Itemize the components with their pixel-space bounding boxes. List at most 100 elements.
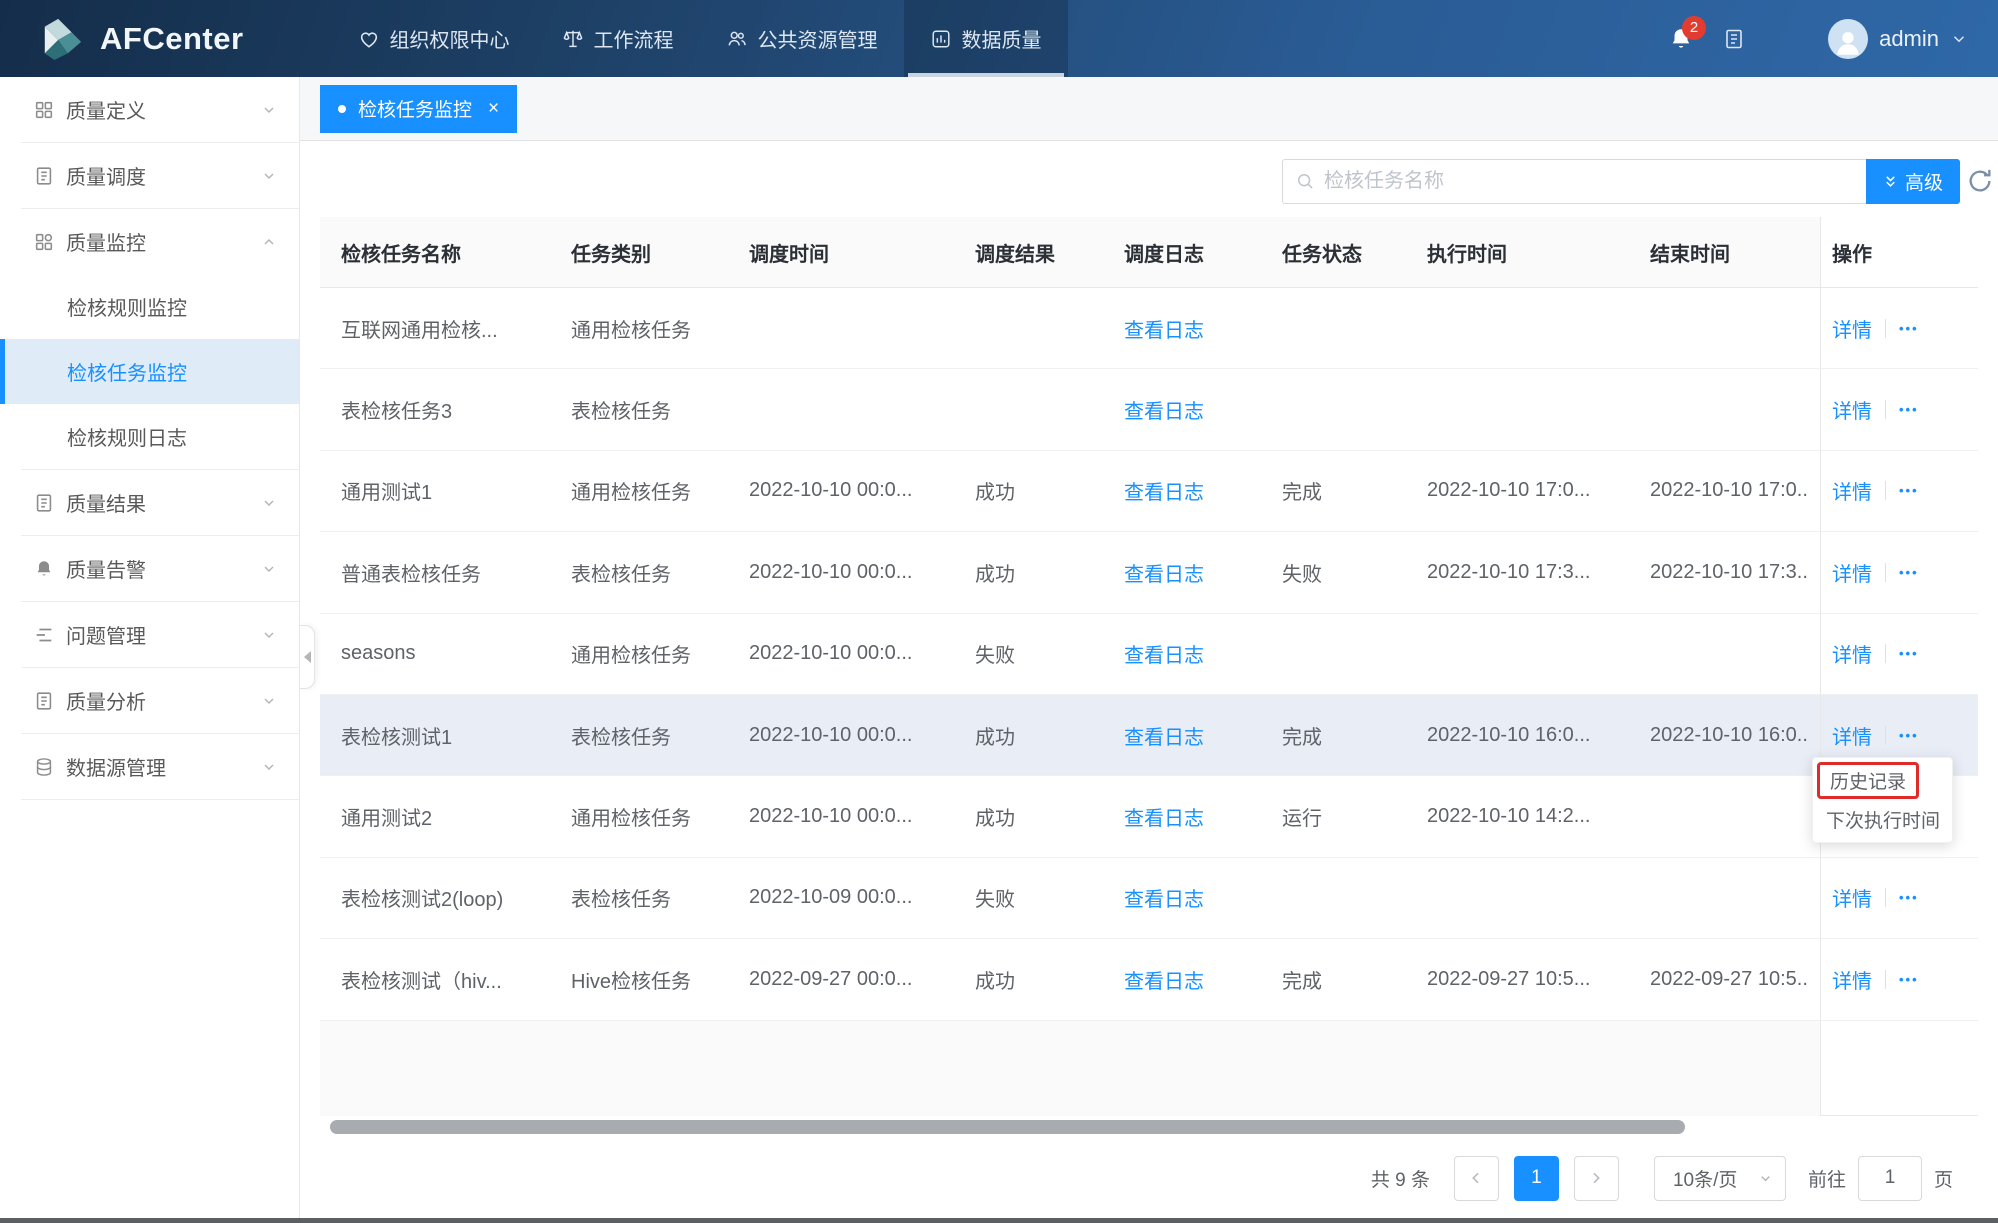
cell-task-status: 完成 [1282,695,1427,775]
table-row: 表检核测试2(loop) 表检核任务 2022-10-09 00:0... 失败… [320,858,1978,939]
sidebar-item-quality-monitoring[interactable]: 质量监控 [0,209,299,274]
view-log-link[interactable]: 查看日志 [1124,451,1282,531]
table-row: 普通表检核任务 表检核任务 2022-10-10 00:0... 成功 查看日志… [320,532,1978,613]
close-icon[interactable]: × [488,98,499,120]
detail-link[interactable]: 详情 [1832,965,1872,994]
more-actions-icon[interactable]: ••• [1899,321,1919,336]
more-actions-icon[interactable]: ••• [1899,646,1919,661]
more-actions-icon[interactable]: ••• [1899,402,1919,417]
advanced-label: 高级 [1905,168,1943,195]
detail-link[interactable]: 详情 [1832,314,1872,343]
more-actions-icon[interactable]: ••• [1899,728,1919,743]
view-log-link[interactable]: 查看日志 [1124,776,1282,856]
cell-start-time [1427,614,1650,694]
list-icon [33,624,55,646]
goto-suffix: 页 [1934,1165,1953,1192]
goto-label: 前往 [1808,1165,1846,1192]
sidebar-item-quality-scheduling[interactable]: 质量调度 [0,143,299,208]
cell-schedule-time: 2022-10-10 00:0... [749,695,975,775]
detail-link[interactable]: 详情 [1832,395,1872,424]
sidebar-item-label: 质量告警 [66,554,146,583]
menu-item-next-execution[interactable]: 下次执行时间 [1813,799,1952,833]
detail-link[interactable]: 详情 [1832,476,1872,505]
sidebar-item-quality-alerts[interactable]: 质量告警 [0,536,299,601]
view-log-link[interactable]: 查看日志 [1124,939,1282,1019]
more-actions-icon[interactable]: ••• [1899,483,1919,498]
view-log-link[interactable]: 查看日志 [1124,369,1282,449]
cell-start-time: 2022-09-27 10:5... [1427,939,1650,1019]
more-actions-icon[interactable]: ••• [1899,565,1919,580]
grid-icon [33,99,55,121]
notification-badge: 2 [1682,16,1706,40]
nav-item-workflow[interactable]: 工作流程 [536,0,700,77]
cell-task-status: 完成 [1282,939,1427,1019]
detail-link[interactable]: 详情 [1832,558,1872,587]
page-size-select[interactable]: 10条/页 [1654,1156,1786,1201]
chevron-down-icon [261,495,277,511]
cell-task-status: 完成 [1282,451,1427,531]
cell-task-type: 通用检核任务 [571,776,749,856]
detail-link[interactable]: 详情 [1832,721,1872,750]
next-page-button[interactable] [1574,1156,1619,1201]
cell-task-name: 表检核测试1 [341,695,571,775]
sidebar-item-rule-log[interactable]: 检核规则日志 [0,404,299,469]
chevron-down-icon [261,627,277,643]
tab-task-monitoring[interactable]: 检核任务监控 × [320,85,517,133]
nav-item-org-permissions[interactable]: 组织权限中心 [332,0,536,77]
column-header: 调度结果 [975,217,1124,287]
audit-log-icon[interactable] [1722,27,1746,51]
column-header: 调度时间 [749,217,975,287]
nav-item-public-resources[interactable]: 公共资源管理 [700,0,904,77]
username: admin [1879,26,1939,52]
table-row: 通用测试2 通用检核任务 2022-10-10 00:0... 成功 查看日志 … [320,776,1978,857]
document-icon [33,165,55,187]
row-actions-menu: 历史记录 下次执行时间 [1812,757,1953,843]
grid-icon [33,231,55,253]
cell-schedule-time: 2022-09-27 00:0... [749,939,975,1019]
horizontal-scrollbar-thumb[interactable] [330,1120,1685,1134]
table-row: 互联网通用检核... 通用检核任务 查看日志 详情 ••• [320,288,1978,369]
notifications-button[interactable]: 2 [1668,26,1694,52]
more-actions-icon[interactable]: ••• [1899,890,1919,905]
tab-label: 检核任务监控 [358,95,472,122]
view-log-link[interactable]: 查看日志 [1124,858,1282,938]
toolbar: 高级 [300,153,1998,209]
sidebar-item-datasource-management[interactable]: 数据源管理 [0,734,299,799]
advanced-search-button[interactable]: 高级 [1866,159,1960,204]
avatar [1828,19,1868,59]
sidebar-collapse-handle[interactable] [300,625,315,689]
cell-schedule-time: 2022-10-10 00:0... [749,532,975,612]
sidebar-item-task-monitoring[interactable]: 检核任务监控 [0,339,299,404]
user-menu[interactable]: admin [1828,19,1968,59]
sidebar: 质量定义 质量调度 质量监控 检核规则监控 检核任务监控 检核规则日志 质量结果 [0,77,300,1223]
view-log-link[interactable]: 查看日志 [1124,288,1282,368]
cell-task-status [1282,858,1427,938]
sidebar-subitem-label: 检核任务监控 [67,357,187,386]
detail-link[interactable]: 详情 [1832,883,1872,912]
sidebar-item-rule-monitoring[interactable]: 检核规则监控 [0,274,299,339]
page-number-button[interactable]: 1 [1514,1156,1559,1201]
more-actions-icon[interactable]: ••• [1899,972,1919,987]
scales-icon [562,28,584,50]
sidebar-item-quality-definition[interactable]: 质量定义 [0,77,299,142]
search-input[interactable] [1324,170,1854,193]
prev-page-button[interactable] [1454,1156,1499,1201]
cell-task-name: 互联网通用检核... [341,288,571,368]
refresh-icon[interactable] [1966,167,1994,195]
cell-actions: 详情 ••• [1820,451,1978,531]
brand: AFCenter [38,17,244,61]
sidebar-item-issue-management[interactable]: 问题管理 [0,602,299,667]
detail-link[interactable]: 详情 [1832,639,1872,668]
view-log-link[interactable]: 查看日志 [1124,532,1282,612]
nav-item-data-quality[interactable]: 数据质量 [904,0,1068,77]
goto-page-input[interactable] [1858,1156,1922,1201]
view-log-link[interactable]: 查看日志 [1124,695,1282,775]
menu-item-history[interactable]: 历史记录 [1813,762,1952,799]
view-log-link[interactable]: 查看日志 [1124,614,1282,694]
sidebar-item-quality-analysis[interactable]: 质量分析 [0,668,299,733]
cell-actions: 详情 ••• [1820,532,1978,612]
sidebar-item-label: 质量调度 [66,161,146,190]
cell-task-name: seasons [341,614,571,694]
sidebar-item-quality-results[interactable]: 质量结果 [0,470,299,535]
table-header: 检核任务名称 任务类别 调度时间 调度结果 调度日志 任务状态 执行时间 结束时… [320,217,1978,288]
